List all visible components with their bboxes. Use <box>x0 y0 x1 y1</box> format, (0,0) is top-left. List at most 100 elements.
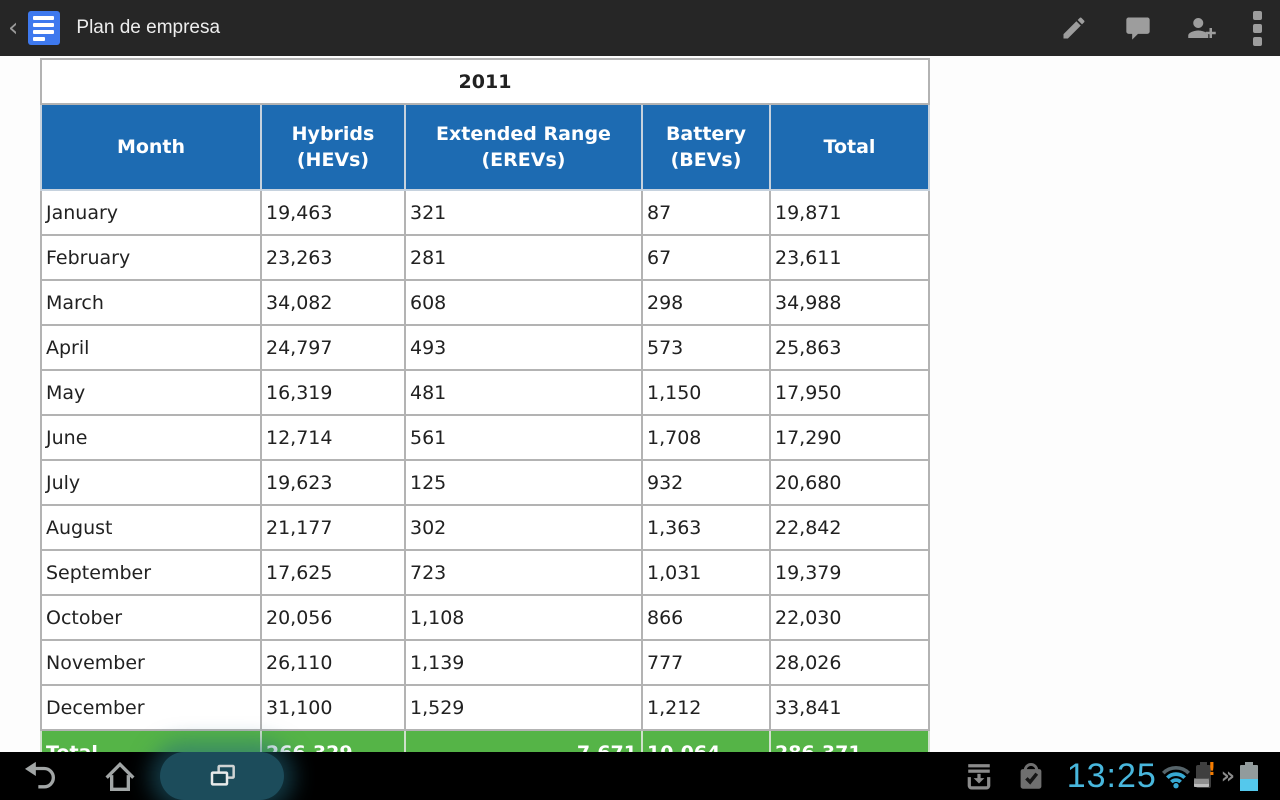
cell-hevs: 31,100 <box>261 685 405 730</box>
table-row: June 12,714 561 1,708 17,290 <box>41 415 929 460</box>
add-person-icon <box>1187 13 1217 43</box>
cell-erevs: 723 <box>405 550 642 595</box>
cell-total: 34,988 <box>770 280 929 325</box>
col-header-total: Total <box>770 104 929 190</box>
alert-glyph: ! <box>1208 761 1216 779</box>
cell-bevs: 932 <box>642 460 770 505</box>
cell-erevs: 125 <box>405 460 642 505</box>
cell-total: 19,871 <box>770 190 929 235</box>
table-row: November 26,110 1,139 777 28,026 <box>41 640 929 685</box>
cell-erevs: 321 <box>405 190 642 235</box>
edit-pencil-icon <box>1060 14 1088 42</box>
cell-month: May <box>41 370 261 415</box>
cell-bevs: 298 <box>642 280 770 325</box>
cell-month: June <box>41 415 261 460</box>
doc-line <box>33 37 45 41</box>
cell-total: 28,026 <box>770 640 929 685</box>
docs-app-icon[interactable] <box>28 11 60 45</box>
cell-month: September <box>41 550 261 595</box>
cell-hevs: 19,463 <box>261 190 405 235</box>
table-row: March 34,082 608 298 34,988 <box>41 280 929 325</box>
cell-total: 17,290 <box>770 415 929 460</box>
comment-button[interactable] <box>1106 0 1170 56</box>
cell-month: March <box>41 280 261 325</box>
col-header-month: Month <box>41 104 261 190</box>
back-chevron-icon[interactable]: ‹ <box>0 0 22 56</box>
doc-line <box>33 30 54 34</box>
keyboard-icon <box>1194 778 1209 787</box>
cell-bevs: 573 <box>642 325 770 370</box>
battery-icon <box>1240 761 1258 791</box>
cell-month: July <box>41 460 261 505</box>
home-nav-button[interactable] <box>80 752 160 800</box>
battery-alert-keyboard-icon: ! <box>1194 760 1218 792</box>
cell-bevs: 87 <box>642 190 770 235</box>
cell-month: December <box>41 685 261 730</box>
table-row: February 23,263 281 67 23,611 <box>41 235 929 280</box>
year-header: 2011 <box>41 59 929 104</box>
cell-total: 17,950 <box>770 370 929 415</box>
col-header-hevs: Hybrids(HEVs) <box>261 104 405 190</box>
cell-hevs: 21,177 <box>261 505 405 550</box>
cell-month: October <box>41 595 261 640</box>
year-header-row: 2011 <box>41 59 929 104</box>
cell-hevs: 19,623 <box>261 460 405 505</box>
recents-nav-icon <box>202 756 242 796</box>
cell-hevs: 24,797 <box>261 325 405 370</box>
back-nav-icon <box>20 756 60 796</box>
edit-button[interactable] <box>1042 0 1106 56</box>
cell-total: 25,863 <box>770 325 929 370</box>
table-row: January 19,463 321 87 19,871 <box>41 190 929 235</box>
table-row: October 20,056 1,108 866 22,030 <box>41 595 929 640</box>
table-row: September 17,625 723 1,031 19,379 <box>41 550 929 595</box>
overflow-menu-button[interactable] <box>1234 0 1280 56</box>
cell-erevs: 302 <box>405 505 642 550</box>
cell-erevs: 493 <box>405 325 642 370</box>
column-header-row: Month Hybrids(HEVs) Extended Range(EREVs… <box>41 104 929 190</box>
cell-month: January <box>41 190 261 235</box>
add-person-button[interactable] <box>1170 0 1234 56</box>
cell-erevs: 481 <box>405 370 642 415</box>
document-title: Plan de empresa <box>76 17 220 39</box>
cell-month: April <box>41 325 261 370</box>
cell-erevs: 281 <box>405 235 642 280</box>
cell-bevs: 1,150 <box>642 370 770 415</box>
cell-hevs: 20,056 <box>261 595 405 640</box>
cell-erevs: 608 <box>405 280 642 325</box>
cell-bevs: 1,212 <box>642 685 770 730</box>
bag-check-icon <box>1017 761 1045 791</box>
cell-month: November <box>41 640 261 685</box>
cell-bevs: 67 <box>642 235 770 280</box>
cell-hevs: 17,625 <box>261 550 405 595</box>
status-cluster[interactable]: 13:25 ! » <box>965 752 1280 800</box>
nav-buttons <box>0 752 262 800</box>
cell-hevs: 23,263 <box>261 235 405 280</box>
tablet-screen: ‹ Plan de empresa <box>0 0 1280 800</box>
recents-nav-button[interactable] <box>182 752 262 800</box>
table-row: May 16,319 481 1,150 17,950 <box>41 370 929 415</box>
cell-total: 33,841 <box>770 685 929 730</box>
overflow-menu-icon <box>1253 11 1262 46</box>
comment-icon <box>1124 14 1152 42</box>
back-nav-button[interactable] <box>0 752 80 800</box>
app-bar: ‹ Plan de empresa <box>0 0 1280 56</box>
cell-hevs: 26,110 <box>261 640 405 685</box>
ev-sales-table: 2011 Month Hybrids(HEVs) Extended Range(… <box>40 58 930 793</box>
cell-bevs: 866 <box>642 595 770 640</box>
cell-erevs: 1,529 <box>405 685 642 730</box>
cell-hevs: 34,082 <box>261 280 405 325</box>
download-tray-icon <box>965 761 993 791</box>
doc-line <box>33 16 54 20</box>
cell-bevs: 1,363 <box>642 505 770 550</box>
col-header-erevs: Extended Range(EREVs) <box>405 104 642 190</box>
cell-month: August <box>41 505 261 550</box>
cell-hevs: 12,714 <box>261 415 405 460</box>
cell-total: 22,030 <box>770 595 929 640</box>
cell-erevs: 1,139 <box>405 640 642 685</box>
cell-total: 23,611 <box>770 235 929 280</box>
battery-charge-level <box>1240 779 1258 791</box>
col-header-bevs: Battery(BEVs) <box>642 104 770 190</box>
cell-total: 20,680 <box>770 460 929 505</box>
cell-total: 22,842 <box>770 505 929 550</box>
cell-month: February <box>41 235 261 280</box>
